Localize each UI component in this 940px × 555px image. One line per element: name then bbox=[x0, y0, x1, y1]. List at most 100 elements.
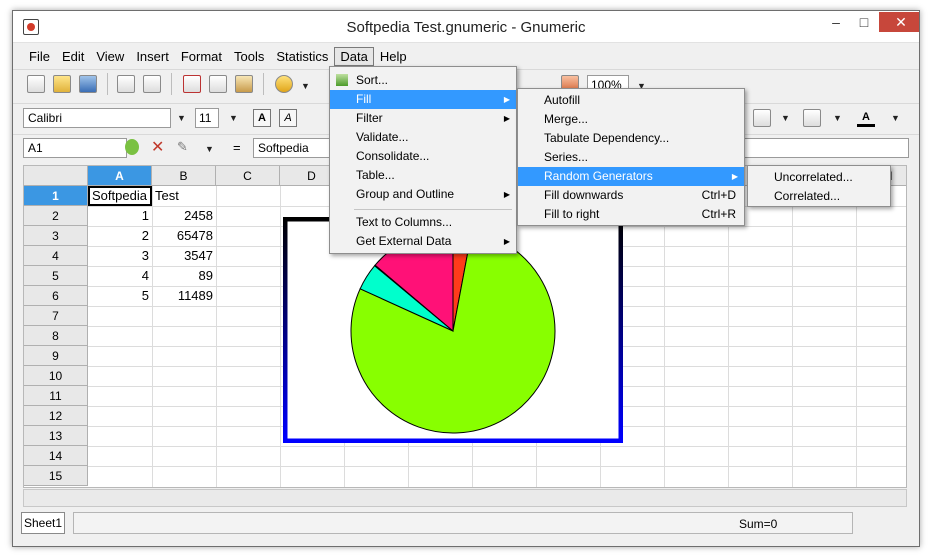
row-header[interactable]: 2 bbox=[24, 206, 88, 226]
row-header[interactable]: 14 bbox=[24, 446, 88, 466]
menu-statistics[interactable]: Statistics bbox=[270, 47, 334, 66]
menu-item-fill-downwards[interactable]: Fill downwards Ctrl+D bbox=[518, 186, 744, 205]
cell-b6[interactable]: 11489 bbox=[152, 286, 216, 306]
menu-insert[interactable]: Insert bbox=[130, 47, 175, 66]
copy-icon[interactable] bbox=[209, 75, 227, 93]
undo-dropdown-icon[interactable]: ▼ bbox=[301, 81, 310, 91]
menu-item-merge[interactable]: Merge... bbox=[518, 110, 744, 129]
bold-button[interactable]: A bbox=[253, 109, 271, 127]
menu-item-random-generators[interactable]: Random Generators ▶ bbox=[518, 167, 744, 186]
print-icon[interactable] bbox=[117, 75, 135, 93]
menu-item-label: Tabulate Dependency... bbox=[544, 131, 670, 145]
open-folder-icon[interactable] bbox=[53, 75, 71, 93]
menu-item-fill[interactable]: Fill ▶ bbox=[330, 90, 516, 109]
cell-name-box[interactable]: A1 bbox=[23, 138, 127, 158]
font-color-icon[interactable]: A bbox=[857, 109, 875, 127]
menu-item-series[interactable]: Series... bbox=[518, 148, 744, 167]
column-header-c[interactable]: C bbox=[216, 166, 280, 186]
font-name-dropdown-icon[interactable]: ▼ bbox=[177, 113, 186, 123]
column-header-a[interactable]: A bbox=[88, 166, 152, 186]
italic-button[interactable]: A bbox=[279, 109, 297, 127]
menu-item-filter[interactable]: Filter ▶ bbox=[330, 109, 516, 128]
cell-a2[interactable]: 1 bbox=[88, 206, 152, 226]
function-dropdown-icon[interactable]: ▼ bbox=[205, 144, 214, 154]
row-header[interactable]: 13 bbox=[24, 426, 88, 446]
font-name-field[interactable]: Calibri bbox=[23, 108, 171, 128]
accept-icon[interactable] bbox=[125, 139, 139, 155]
menu-item-sort[interactable]: Sort... bbox=[330, 71, 516, 90]
submenu-arrow-icon: ▶ bbox=[503, 237, 510, 246]
menu-item-label: Filter bbox=[356, 111, 383, 125]
cell-a1[interactable]: Softpedia bbox=[88, 186, 152, 206]
menu-data[interactable]: Data bbox=[334, 46, 374, 66]
menu-item-fill-to-right[interactable]: Fill to right Ctrl+R bbox=[518, 205, 744, 224]
maximize-button[interactable]: □ bbox=[851, 12, 877, 32]
close-button[interactable]: ✕ bbox=[879, 12, 919, 32]
submenu-arrow-icon: ▶ bbox=[731, 172, 738, 181]
menu-item-group-outline[interactable]: Group and Outline ▶ bbox=[330, 185, 516, 204]
fill-color-icon[interactable] bbox=[803, 109, 821, 127]
window-title: Softpedia Test.gnumeric - Gnumeric bbox=[346, 19, 586, 36]
row-header[interactable]: 11 bbox=[24, 386, 88, 406]
fill-color-dropdown-icon[interactable]: ▼ bbox=[833, 113, 842, 123]
menu-item-correlated[interactable]: Correlated... bbox=[748, 187, 890, 206]
cell-a5[interactable]: 4 bbox=[88, 266, 152, 286]
print-preview-icon[interactable] bbox=[143, 75, 161, 93]
cell-b5[interactable]: 89 bbox=[152, 266, 216, 286]
row-header[interactable]: 12 bbox=[24, 406, 88, 426]
menu-item-label: Fill downwards bbox=[544, 188, 624, 202]
horizontal-scrollbar[interactable] bbox=[23, 489, 907, 507]
cell-b3[interactable]: 65478 bbox=[152, 226, 216, 246]
undo-icon[interactable] bbox=[275, 75, 293, 93]
row-header[interactable]: 9 bbox=[24, 346, 88, 366]
function-wizard-icon[interactable]: ✎ bbox=[177, 139, 188, 155]
cell-a6[interactable]: 5 bbox=[88, 286, 152, 306]
cell-b2[interactable]: 2458 bbox=[152, 206, 216, 226]
row-header[interactable]: 1 bbox=[24, 186, 88, 206]
cell-b4[interactable]: 3547 bbox=[152, 246, 216, 266]
menu-item-label: Uncorrelated... bbox=[774, 170, 853, 184]
menu-item-get-external-data[interactable]: Get External Data ▶ bbox=[330, 232, 516, 251]
menu-item-consolidate[interactable]: Consolidate... bbox=[330, 147, 516, 166]
select-all-corner[interactable] bbox=[24, 166, 88, 186]
menu-view[interactable]: View bbox=[90, 47, 130, 66]
borders-icon[interactable] bbox=[753, 109, 771, 127]
cell-a4[interactable]: 3 bbox=[88, 246, 152, 266]
row-header[interactable]: 8 bbox=[24, 326, 88, 346]
row-header[interactable]: 6 bbox=[24, 286, 88, 306]
row-header[interactable]: 4 bbox=[24, 246, 88, 266]
menu-item-autofill[interactable]: Autofill bbox=[518, 91, 744, 110]
sheet-tab[interactable]: Sheet1 bbox=[21, 512, 65, 534]
new-file-icon[interactable] bbox=[27, 75, 45, 93]
menu-format[interactable]: Format bbox=[175, 47, 228, 66]
menu-item-validate[interactable]: Validate... bbox=[330, 128, 516, 147]
font-color-dropdown-icon[interactable]: ▼ bbox=[891, 113, 900, 123]
save-icon[interactable] bbox=[79, 75, 97, 93]
menu-item-text-to-columns[interactable]: Text to Columns... bbox=[330, 213, 516, 232]
row-header[interactable]: 10 bbox=[24, 366, 88, 386]
menu-item-label: Sort... bbox=[356, 73, 389, 87]
menu-edit[interactable]: Edit bbox=[56, 47, 90, 66]
cell-b1[interactable]: Test bbox=[152, 186, 216, 206]
menu-item-table[interactable]: Table... bbox=[330, 166, 516, 185]
minimize-button[interactable]: – bbox=[823, 12, 849, 32]
column-header-b[interactable]: B bbox=[152, 166, 216, 186]
toolbar-separator bbox=[171, 73, 172, 95]
font-size-field[interactable]: 11 bbox=[195, 108, 219, 128]
menu-item-uncorrelated[interactable]: Uncorrelated... bbox=[748, 168, 890, 187]
cancel-icon[interactable]: ✕ bbox=[151, 137, 164, 157]
paste-icon[interactable] bbox=[235, 75, 253, 93]
row-header[interactable]: 15 bbox=[24, 466, 88, 486]
menu-help[interactable]: Help bbox=[374, 47, 413, 66]
menu-tools[interactable]: Tools bbox=[228, 47, 270, 66]
row-header[interactable]: 5 bbox=[24, 266, 88, 286]
row-header[interactable]: 7 bbox=[24, 306, 88, 326]
borders-dropdown-icon[interactable]: ▼ bbox=[781, 113, 790, 123]
row-header[interactable]: 3 bbox=[24, 226, 88, 246]
menu-file[interactable]: File bbox=[23, 47, 56, 66]
menu-item-tabulate-dependency[interactable]: Tabulate Dependency... bbox=[518, 129, 744, 148]
menu-bar: File Edit View Insert Format Tools Stati… bbox=[13, 45, 919, 67]
font-size-dropdown-icon[interactable]: ▼ bbox=[229, 113, 238, 123]
cell-a3[interactable]: 2 bbox=[88, 226, 152, 246]
cut-icon[interactable] bbox=[183, 75, 201, 93]
